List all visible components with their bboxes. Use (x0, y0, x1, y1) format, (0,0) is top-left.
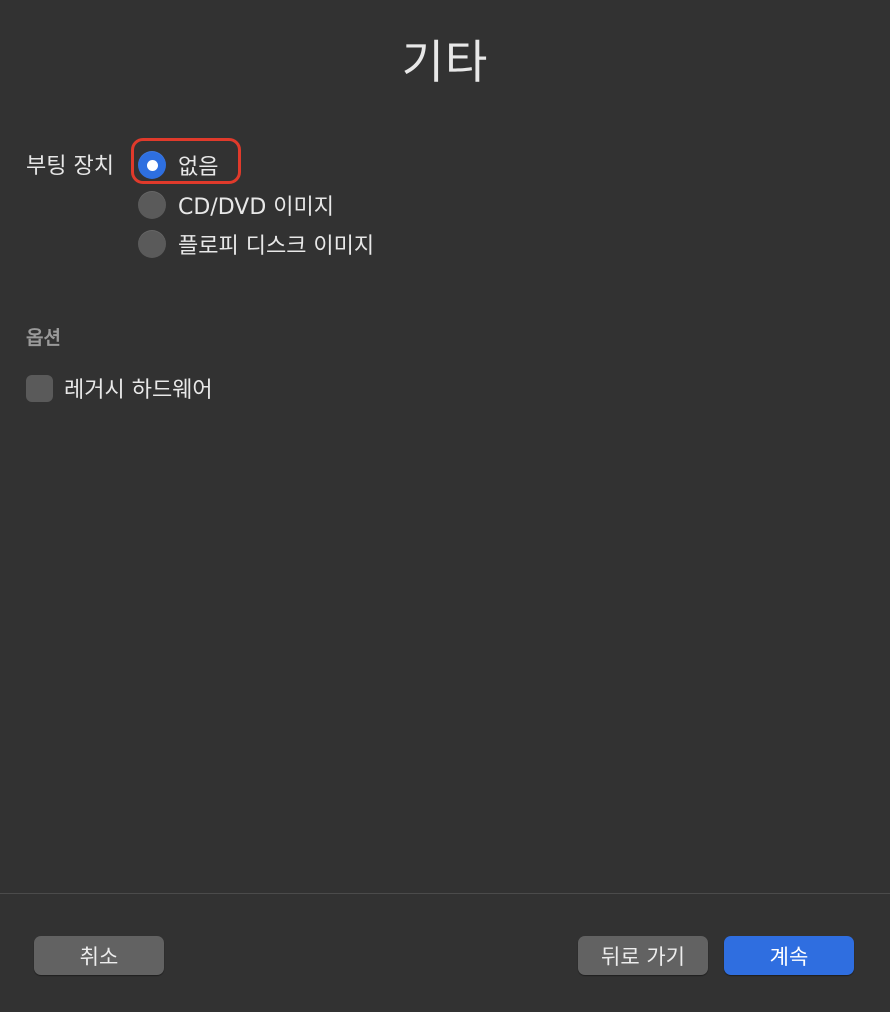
cancel-button[interactable]: 취소 (34, 936, 164, 975)
legacy-hardware-label[interactable]: 레거시 하드웨어 (64, 372, 213, 404)
footer-divider (0, 893, 890, 894)
legacy-hardware-option[interactable]: 레거시 하드웨어 (26, 372, 213, 404)
dialog: 기타 부팅 장치 없음 CD/DVD 이미지 플로피 디스크 이미지 옵션 레거… (0, 0, 890, 1012)
radio-button-cd-dvd[interactable] (138, 191, 166, 219)
radio-option-floppy[interactable]: 플로피 디스크 이미지 (138, 228, 374, 260)
options-section-title: 옵션 (26, 327, 61, 349)
dialog-title: 기타 (401, 35, 489, 89)
back-button[interactable]: 뒤로 가기 (578, 936, 708, 975)
legacy-hardware-checkbox[interactable] (26, 374, 53, 402)
highlight-annotation (131, 138, 241, 184)
boot-device-label: 부팅 장치 (26, 154, 114, 179)
radio-label-floppy[interactable]: 플로피 디스크 이미지 (178, 228, 374, 260)
continue-button[interactable]: 계속 (724, 936, 854, 975)
radio-label-cd-dvd[interactable]: CD/DVD 이미지 (178, 189, 334, 221)
radio-button-floppy[interactable] (138, 230, 166, 258)
radio-option-cd-dvd[interactable]: CD/DVD 이미지 (138, 189, 334, 221)
